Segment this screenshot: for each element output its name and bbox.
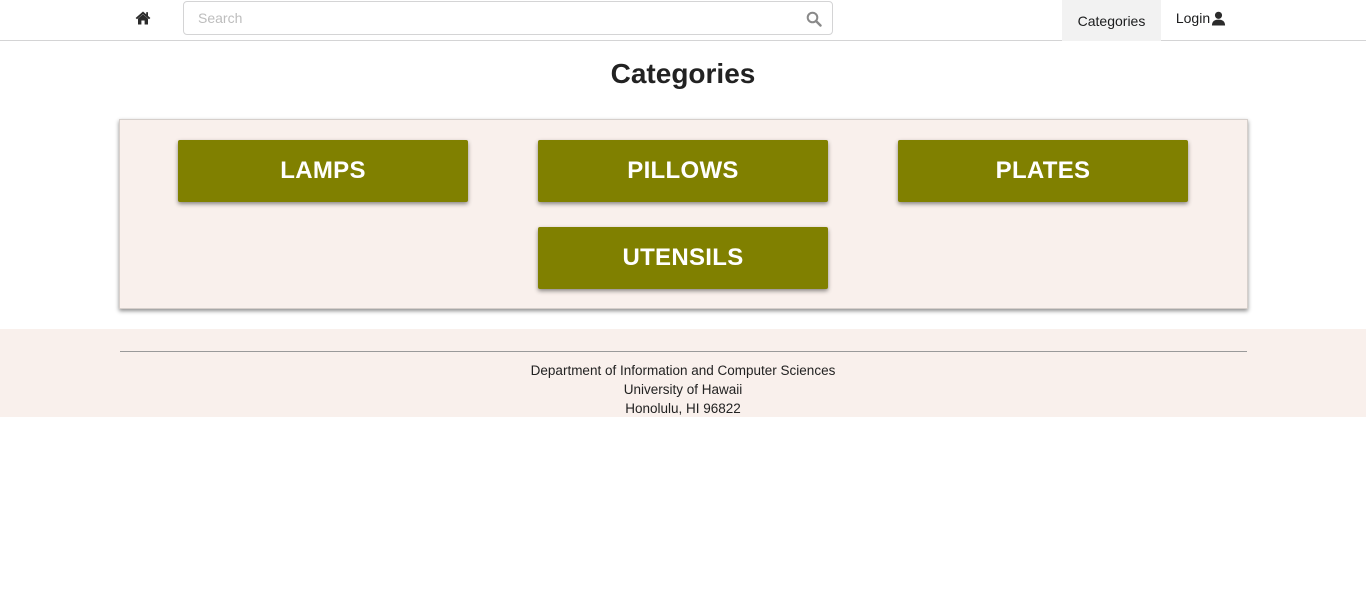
footer-university: University of Hawaii <box>623 382 743 397</box>
top-navbar: Categories Login <box>0 0 1366 41</box>
category-button-pillows[interactable]: PILLOWS <box>538 140 828 202</box>
nav-link-login-label: Login <box>1175 10 1211 26</box>
home-icon <box>135 11 151 25</box>
user-icon <box>1212 11 1226 26</box>
home-button[interactable] <box>120 0 166 36</box>
page-title: Categories <box>610 58 756 89</box>
footer-address: Department of Information and Computer S… <box>0 361 1366 418</box>
footer-divider <box>120 351 1247 352</box>
search-input[interactable] <box>184 2 794 34</box>
search-box <box>183 1 833 35</box>
category-button-lamps[interactable]: LAMPS <box>178 140 468 202</box>
footer: Department of Information and Computer S… <box>0 329 1366 417</box>
footer-city: Honolulu, HI 96822 <box>625 401 741 416</box>
category-button-utensils[interactable]: UTENSILS <box>538 227 828 289</box>
categories-panel: LAMPS PILLOWS PLATES UTENSILS <box>119 119 1248 309</box>
search-icon[interactable] <box>806 11 822 27</box>
nav-link-categories[interactable]: Categories <box>1062 0 1161 41</box>
nav-link-categories-label: Categories <box>1077 12 1146 29</box>
category-button-plates[interactable]: PLATES <box>898 140 1188 202</box>
nav-link-login[interactable]: Login <box>1161 0 1241 36</box>
footer-department: Department of Information and Computer S… <box>530 363 836 378</box>
